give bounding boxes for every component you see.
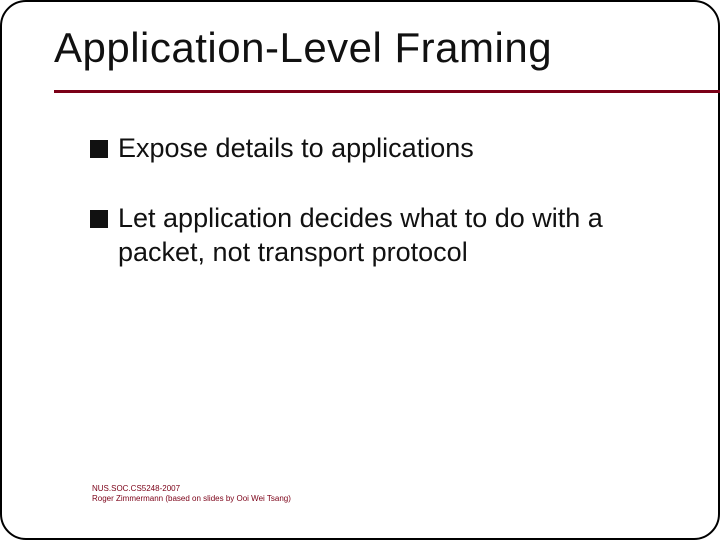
bullet-item: Expose details to applications bbox=[90, 132, 680, 166]
slide-title: Application-Level Framing bbox=[54, 24, 552, 72]
footer-line-1: NUS.SOC.CS5248-2007 bbox=[92, 484, 291, 494]
slide-body: Expose details to applications Let appli… bbox=[90, 132, 680, 305]
bullet-item: Let application decides what to do with … bbox=[90, 202, 680, 270]
bullet-text: Expose details to applications bbox=[118, 132, 474, 166]
slide-footer: NUS.SOC.CS5248-2007 Roger Zimmermann (ba… bbox=[92, 484, 291, 504]
bullet-text: Let application decides what to do with … bbox=[118, 202, 680, 270]
title-underline bbox=[54, 90, 720, 93]
footer-line-2: Roger Zimmermann (based on slides by Ooi… bbox=[92, 494, 291, 504]
square-bullet-icon bbox=[90, 210, 108, 228]
square-bullet-icon bbox=[90, 140, 108, 158]
slide: Application-Level Framing Expose details… bbox=[0, 0, 720, 540]
